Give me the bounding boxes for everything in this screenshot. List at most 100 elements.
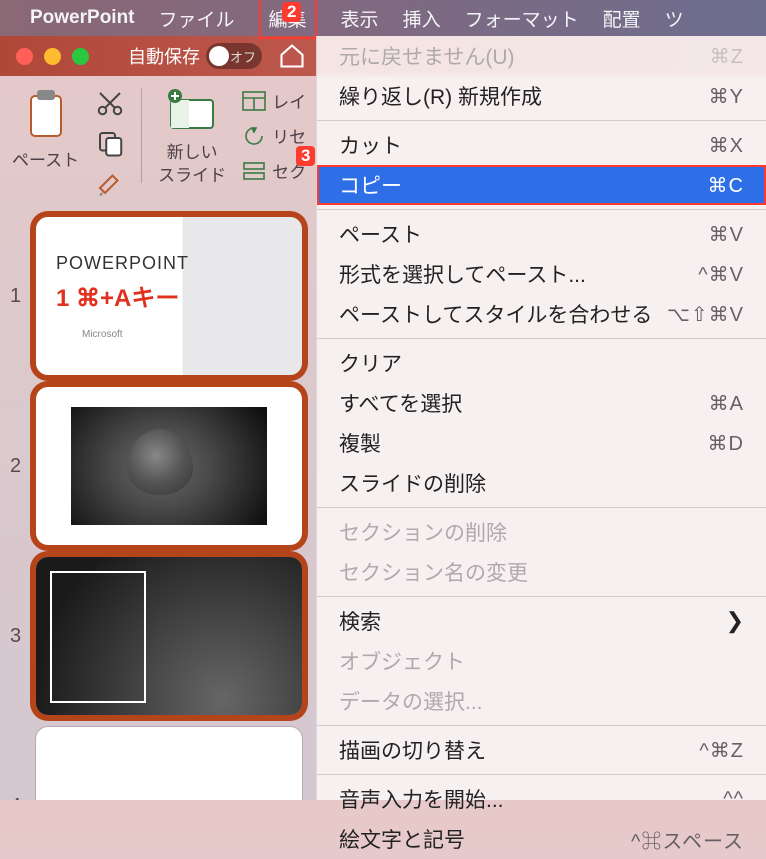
minimize-window-button[interactable]	[44, 48, 61, 65]
ribbon-separator	[141, 88, 142, 183]
menu-separator	[317, 209, 766, 210]
menu-separator	[317, 774, 766, 775]
slide-panel: 1 POWERPOINT 1 ⌘+Aキー Microsoft 2 3 4	[0, 211, 312, 800]
menu-item-shortcut: ⌘X	[709, 133, 744, 158]
slide-thumbnail-3[interactable]	[36, 557, 302, 715]
autosave: 自動保存 オフ	[128, 43, 262, 69]
menu-separator	[317, 725, 766, 726]
menu-item-label: 形式を選択してペースト...	[339, 259, 586, 289]
menu-file[interactable]: ファイル	[159, 5, 235, 32]
new-slide-button[interactable]: 新しい スライド	[158, 88, 226, 211]
menu-item-label: 検索	[339, 606, 381, 636]
home-icon[interactable]	[278, 42, 306, 70]
menu-item-shortcut: ^⌘スペース	[631, 825, 744, 854]
menu-item[interactable]: 音声入力を開始...^^	[317, 779, 766, 819]
menu-item: オブジェクト	[317, 641, 766, 681]
slide-thumbnail-4[interactable]	[36, 727, 302, 800]
paste-button[interactable]: ペースト	[12, 88, 79, 211]
menu-separator	[317, 596, 766, 597]
menu-item[interactable]: 絵文字と記号 ^⌘スペース	[317, 819, 766, 859]
menu-item: 元に戻せません(U) ⌘Z	[317, 36, 766, 76]
menu-item-shortcut: ⌘Z	[710, 44, 744, 69]
annotation-badge-3: 3	[296, 146, 315, 166]
cat-image	[71, 407, 267, 525]
menu-item-label: コピー	[339, 170, 402, 200]
new-slide-label-1: 新しい	[167, 138, 218, 163]
edit-menu-dropdown: 元に戻せません(U) ⌘Z 繰り返し(R) 新規作成 ⌘Y カット ⌘X コピー⌘C ペースト…	[316, 36, 766, 800]
slide-row[interactable]: 3	[0, 551, 312, 721]
slide-thumbnail-1[interactable]: POWERPOINT 1 ⌘+Aキー Microsoft	[36, 217, 302, 375]
slide-number: 1	[10, 285, 30, 308]
menu-item-shortcut: ⌘D	[708, 431, 744, 456]
menu-item[interactable]: カット ⌘X	[317, 125, 766, 165]
menu-insert[interactable]: 挿入	[403, 5, 441, 32]
menu-item[interactable]: 複製 ⌘D	[317, 423, 766, 463]
menu-format[interactable]: フォーマット	[465, 5, 579, 32]
toggle-knob	[209, 46, 229, 66]
menu-item-shortcut: ⌘A	[709, 391, 744, 416]
annotation-badge-2: 2	[282, 2, 301, 22]
menu-arrange[interactable]: 配置	[603, 5, 641, 32]
menu-item[interactable]: すべてを選択⌘A	[317, 383, 766, 423]
menu-separator	[317, 338, 766, 339]
menu-item-label: スライドの削除	[339, 468, 486, 498]
menu-item[interactable]: 形式を選択してペースト... ^⌘V	[317, 254, 766, 294]
menu-item-label: セクションの削除	[339, 517, 507, 547]
reset-label: リセ	[272, 123, 306, 148]
cut-icon[interactable]	[95, 88, 125, 118]
autosave-state: オフ	[230, 47, 256, 66]
menu-item-shortcut: ^⌘V	[698, 262, 744, 287]
format-painter-icon[interactable]	[95, 168, 125, 198]
zoom-window-button[interactable]	[72, 48, 89, 65]
layout-button[interactable]: レイ	[242, 88, 306, 113]
menu-separator	[317, 507, 766, 508]
menu-item-label: セクション名の変更	[339, 557, 528, 587]
paste-label: ペースト	[12, 146, 79, 171]
menu-item: データの選択...	[317, 681, 766, 721]
slide1-annotation: 1 ⌘+Aキー	[56, 278, 302, 313]
menu-item: セクション名の変更	[317, 552, 766, 592]
close-window-button[interactable]	[16, 48, 33, 65]
menu-view[interactable]: 表示	[341, 5, 379, 32]
slide1-title: POWERPOINT	[56, 253, 302, 274]
autosave-toggle[interactable]: オフ	[206, 43, 262, 69]
menu-item-label: 描画の切り替え	[339, 735, 486, 765]
slide-number: 3	[10, 625, 30, 648]
slide-row[interactable]: 2	[0, 381, 312, 551]
menu-item-shortcut: ⌥⇧⌘V	[667, 302, 744, 327]
menu-item[interactable]: ペースト⌘V	[317, 214, 766, 254]
autosave-label: 自動保存	[128, 43, 200, 69]
app-name[interactable]: PowerPoint	[30, 7, 135, 29]
menu-item[interactable]: ペーストしてスタイルを合わせる ⌥⇧⌘V	[317, 294, 766, 334]
slide-row[interactable]: 1 POWERPOINT 1 ⌘+Aキー Microsoft	[0, 211, 312, 381]
menu-item-label: 繰り返し(R) 新規作成	[339, 81, 542, 111]
menu-item-label: カット	[339, 130, 402, 160]
menu-item[interactable]: スライドの削除	[317, 463, 766, 503]
menu-item-label: 絵文字と記号	[339, 824, 465, 854]
slide1-subtitle: Microsoft	[82, 329, 302, 340]
menu-item-shortcut: ⌘Y	[709, 84, 744, 109]
menu-item-label: クリア	[339, 348, 402, 378]
menu-tools[interactable]: ツ	[665, 5, 684, 32]
menu-item-label: 音声入力を開始...	[339, 784, 504, 814]
menu-item[interactable]: 繰り返し(R) 新規作成 ⌘Y	[317, 76, 766, 116]
menu-item: セクションの削除	[317, 512, 766, 552]
menu-item[interactable]: 描画の切り替え ^⌘Z	[317, 730, 766, 770]
new-slide-label-2: スライド	[158, 161, 226, 186]
menu-item[interactable]: クリア	[317, 343, 766, 383]
reset-button[interactable]: リセ	[242, 123, 306, 148]
menu-item-shortcut: ⌘V	[709, 222, 744, 247]
menu-item-label: 元に戻せません(U)	[339, 41, 515, 71]
layout-label: レイ	[272, 88, 306, 113]
menu-item-shortcut: ^⌘Z	[699, 738, 744, 763]
slide-thumbnail-2[interactable]	[36, 387, 302, 545]
copy-icon[interactable]	[95, 128, 125, 158]
menu-item[interactable]: コピー⌘C	[317, 165, 766, 205]
menu-item[interactable]: 検索❯	[317, 601, 766, 641]
menu-item-label: 複製	[339, 428, 381, 458]
mac-menubar: PowerPoint ファイル 編集 表示 挿入 フォーマット 配置 ツ	[0, 0, 766, 36]
menu-separator	[317, 120, 766, 121]
menu-item-label: ペーストしてスタイルを合わせる	[339, 299, 652, 329]
slide-row[interactable]: 4	[0, 721, 312, 800]
menu-item-label: データの選択...	[339, 686, 483, 716]
